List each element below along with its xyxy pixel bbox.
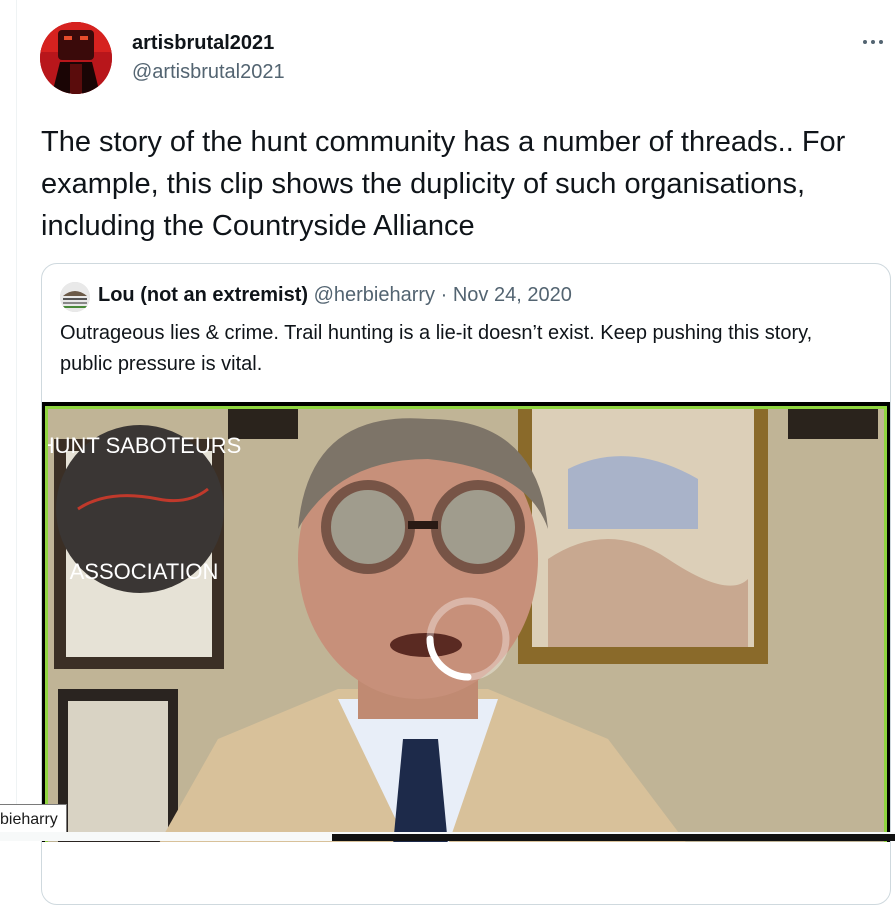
watermark-top-text: HUNT SABOTEURS xyxy=(48,433,241,458)
video-controls-bar[interactable] xyxy=(332,834,895,841)
meta-separator: · xyxy=(440,284,448,306)
more-options-button[interactable] xyxy=(856,28,890,56)
watermark-bottom-text: ASSOCIATION xyxy=(70,559,219,584)
quoted-tweet-header: Lou (not an extremist) @herbieharry · No… xyxy=(98,284,572,307)
timeline-border xyxy=(16,0,17,841)
quoted-author-name[interactable]: Lou (not an extremist) xyxy=(98,284,308,306)
quoted-author-avatar[interactable] xyxy=(60,282,90,312)
more-horizontal-icon xyxy=(871,40,875,44)
video-frame: HUNT SABOTEURS ASSOCIATION xyxy=(45,406,887,842)
author-display-name[interactable]: artisbrutal2021 xyxy=(132,32,274,55)
quoted-author-handle[interactable]: @herbieharry xyxy=(314,284,435,306)
video-player[interactable]: HUNT SABOTEURS ASSOCIATION xyxy=(42,402,890,842)
video-still: HUNT SABOTEURS ASSOCIATION xyxy=(48,409,884,842)
tweet-text: The story of the hunt community has a nu… xyxy=(41,126,846,242)
quoted-tweet-card[interactable]: Lou (not an extremist) @herbieharry · No… xyxy=(41,263,891,905)
quoted-tweet-text: Outrageous lies & crime. Trail hunting i… xyxy=(60,322,813,375)
author-handle[interactable]: @artisbrutal2021 xyxy=(132,61,285,84)
quoted-avatar-image-icon xyxy=(60,282,90,312)
more-horizontal-icon xyxy=(863,40,867,44)
more-horizontal-icon xyxy=(879,40,883,44)
author-avatar[interactable] xyxy=(40,22,112,94)
quoted-tweet-date[interactable]: Nov 24, 2020 xyxy=(453,284,572,306)
avatar-image-icon xyxy=(40,22,112,94)
